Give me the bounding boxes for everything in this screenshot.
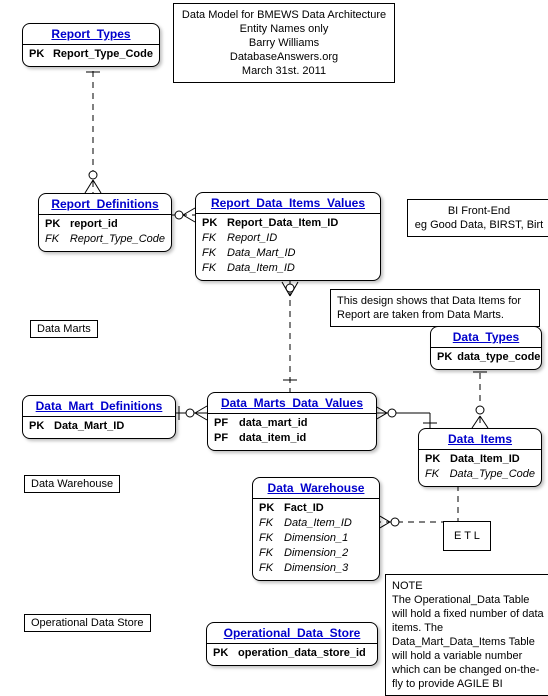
pf-label: PF <box>214 416 234 431</box>
pk-name: Report_Type_Code <box>53 47 153 62</box>
fk-label: FK <box>259 516 279 531</box>
note-title: NOTE <box>392 579 544 593</box>
header-line5: March 31st. 2011 <box>180 64 388 78</box>
entity-title: Operational_Data_Store <box>207 623 377 644</box>
header-line3: Barry Williams <box>180 36 388 50</box>
note-body: The Operational_Data Table will hold a f… <box>392 593 544 691</box>
pk-name: data_type_code <box>457 350 540 365</box>
pk-name: operation_data_store_id <box>238 646 366 661</box>
label-etl: E T L <box>443 521 491 551</box>
entity-data-mart-definitions: Data_Mart_Definitions PK Data_Mart_ID <box>22 395 176 439</box>
pk-name: Data_Item_ID <box>450 452 520 467</box>
pk-label: PK <box>45 217 65 232</box>
fk-label: FK <box>259 546 279 561</box>
bi-l1: BI Front-End <box>414 204 544 218</box>
note-bottom: NOTE The Operational_Data Table will hol… <box>385 574 548 696</box>
entity-title: Report_Data_Items_Values <box>196 193 380 214</box>
pk-label: PK <box>29 419 49 434</box>
entity-data-marts-data-values: Data_Marts_Data_Values PF data_mart_id P… <box>207 392 377 451</box>
fk-label: FK <box>202 231 222 246</box>
note-design: This design shows that Data Items for Re… <box>330 289 540 327</box>
pk-label: PK <box>213 646 233 661</box>
header-line1: Data Model for BMEWS Data Architecture <box>180 8 388 22</box>
fk-label: FK <box>425 467 445 482</box>
fk-name: Report_Type_Code <box>70 232 165 247</box>
pf-label: PF <box>214 431 234 446</box>
pf-name: data_item_id <box>239 431 306 446</box>
entity-title: Data_Types <box>431 327 541 348</box>
pk-label: PK <box>259 501 279 516</box>
fk-name: Data_Type_Code <box>450 467 535 482</box>
fk-name: Dimension_1 <box>284 531 348 546</box>
bi-l2: eg Good Data, BIRST, Birt <box>414 218 544 232</box>
fk-name: Data_Item_ID <box>227 261 295 276</box>
fk-name: Data_Mart_ID <box>227 246 295 261</box>
pk-name: Data_Mart_ID <box>54 419 124 434</box>
pk-label: PK <box>425 452 445 467</box>
entity-report-definitions: Report_Definitions PK report_id FK Repor… <box>38 193 172 252</box>
pk-name: Fact_ID <box>284 501 324 516</box>
entity-title: Report_Definitions <box>39 194 171 215</box>
fk-label: FK <box>259 561 279 576</box>
pk-name: Report_Data_Item_ID <box>227 216 338 231</box>
design-note-text: This design shows that Data Items for Re… <box>337 295 521 321</box>
entity-operational-data-store: Operational_Data_Store PK operation_data… <box>206 622 378 666</box>
pk-name: report_id <box>70 217 118 232</box>
entity-report-data-items-values: Report_Data_Items_Values PK Report_Data_… <box>195 192 381 281</box>
label-data-marts: Data Marts <box>30 320 98 338</box>
header-line4: DatabaseAnswers.org <box>180 50 388 64</box>
header-box: Data Model for BMEWS Data Architecture E… <box>173 3 395 83</box>
fk-label: FK <box>45 232 65 247</box>
pk-label: PK <box>29 47 48 62</box>
fk-label: FK <box>202 246 222 261</box>
label-data-warehouse: Data Warehouse <box>24 475 120 493</box>
fk-label: FK <box>259 531 279 546</box>
header-line2: Entity Names only <box>180 22 388 36</box>
fk-label: FK <box>202 261 222 276</box>
entity-title: Data_Mart_Definitions <box>23 396 175 417</box>
fk-name: Dimension_2 <box>284 546 348 561</box>
entity-data-items: Data_Items PK Data_Item_ID FK Data_Type_… <box>418 428 542 487</box>
label-operational-data-store: Operational Data Store <box>24 614 151 632</box>
entity-data-types: Data_Types PK data_type_code <box>430 326 542 370</box>
entity-data-warehouse: Data_Warehouse PK Fact_ID FK Data_Item_I… <box>252 477 380 581</box>
entity-title: Report_Types <box>23 24 159 45</box>
pk-label: PK <box>202 216 222 231</box>
pk-label: PK <box>437 350 452 365</box>
entity-title: Data_Marts_Data_Values <box>208 393 376 414</box>
fk-name: Data_Item_ID <box>284 516 352 531</box>
entity-title: Data_Warehouse <box>253 478 379 499</box>
note-bi-frontend: BI Front-End eg Good Data, BIRST, Birt <box>407 199 548 237</box>
fk-name: Dimension_3 <box>284 561 348 576</box>
pf-name: data_mart_id <box>239 416 307 431</box>
entity-title: Data_Items <box>419 429 541 450</box>
fk-name: Report_ID <box>227 231 277 246</box>
entity-report-types: Report_Types PK Report_Type_Code <box>22 23 160 67</box>
